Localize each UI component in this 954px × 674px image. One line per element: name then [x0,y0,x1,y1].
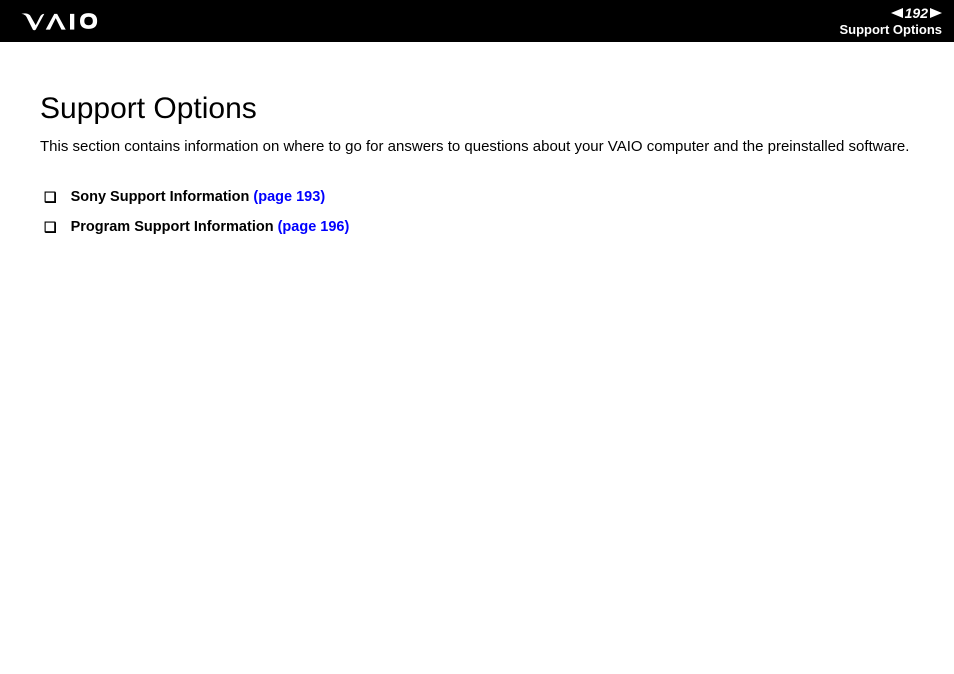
breadcrumb: Support Options [839,22,942,37]
page-nav: 192 [839,5,942,21]
header-bar: 192 Support Options [0,0,954,42]
bullet-icon: ❑ [44,187,57,208]
list-item-label: Sony Support Information [71,189,254,205]
bullet-icon: ❑ [44,217,57,238]
page-link[interactable]: (page 193) [253,189,325,205]
content-area: Support Options This section contains in… [0,42,954,239]
page-title: Support Options [40,92,914,126]
intro-text: This section contains information on whe… [40,136,914,157]
nav-next-icon[interactable] [930,8,942,18]
header-right: 192 Support Options [839,5,942,37]
nav-prev-icon[interactable] [891,8,903,18]
vaio-logo [20,11,120,31]
list-item: ❑ Sony Support Information (page 193) [44,187,914,209]
list-item: ❑ Program Support Information (page 196) [44,217,914,239]
list-item-label: Program Support Information [71,219,278,235]
page-link[interactable]: (page 196) [278,219,350,235]
page-number: 192 [905,5,928,21]
toc-list: ❑ Sony Support Information (page 193) ❑ … [40,187,914,239]
